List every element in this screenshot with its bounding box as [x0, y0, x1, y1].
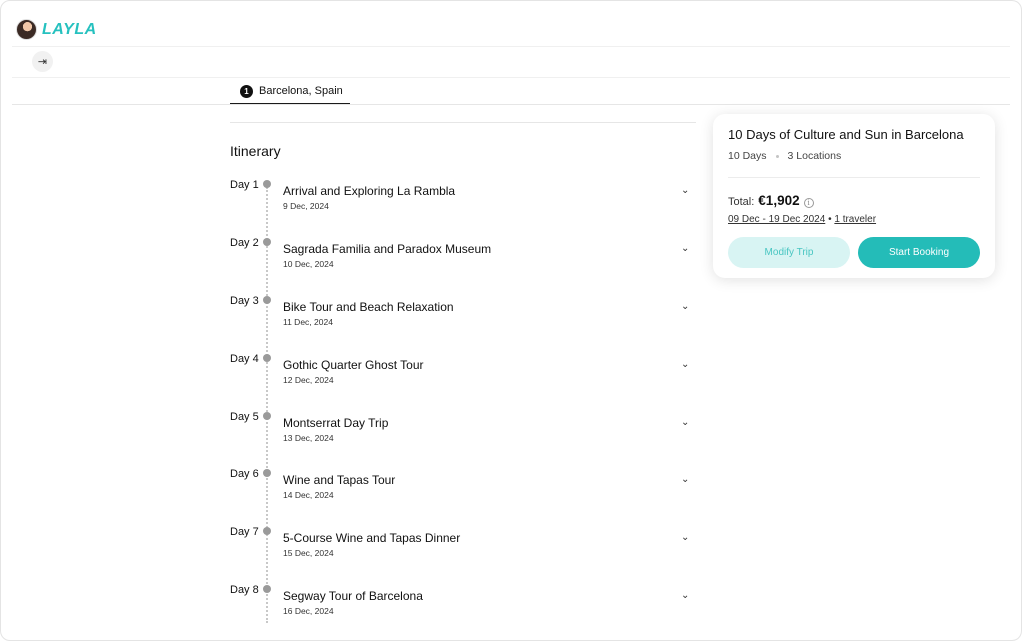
day-item[interactable]: Day 5 Montserrat Day Trip 13 Dec, 2024 ⌄: [230, 411, 696, 467]
tab-label: Barcelona, Spain: [259, 85, 343, 97]
timeline-dot: [263, 238, 271, 246]
timeline-dot: [263, 180, 271, 188]
day-date: 14 Dec, 2024: [283, 490, 334, 500]
divider: [12, 46, 1010, 47]
tab-barcelona[interactable]: 1 Barcelona, Spain: [230, 79, 350, 105]
day-label: Day 3: [230, 295, 259, 307]
sidebar-toggle-button[interactable]: ⇥: [32, 51, 53, 72]
travelers-link[interactable]: 1 traveler: [834, 214, 876, 225]
divider: [12, 77, 1010, 78]
chevron-down-icon[interactable]: ⌄: [681, 185, 689, 196]
date-range-link[interactable]: 09 Dec - 19 Dec 2024: [728, 214, 825, 225]
day-title: Gothic Quarter Ghost Tour: [283, 358, 424, 372]
trip-dates-travelers: 09 Dec - 19 Dec 2024 • 1 traveler: [728, 214, 876, 225]
day-date: 9 Dec, 2024: [283, 201, 329, 211]
divider: [230, 122, 696, 123]
trip-title: 10 Days of Culture and Sun in Barcelona: [728, 127, 964, 142]
day-date: 13 Dec, 2024: [283, 433, 334, 443]
modify-trip-button[interactable]: Modify Trip: [728, 237, 850, 268]
chevron-down-icon[interactable]: ⌄: [681, 243, 689, 254]
day-title: 5-Course Wine and Tapas Dinner: [283, 531, 461, 545]
day-date: 15 Dec, 2024: [283, 548, 334, 558]
trip-locations: 3 Locations: [787, 150, 842, 162]
divider: [12, 104, 1010, 105]
start-booking-button[interactable]: Start Booking: [858, 237, 980, 268]
total-label: Total:: [728, 196, 755, 208]
day-item[interactable]: Day 1 Arrival and Exploring La Rambla 9 …: [230, 179, 696, 235]
brand[interactable]: LAYLA: [16, 19, 97, 40]
day-title: Sagrada Familia and Paradox Museum: [283, 242, 492, 256]
day-item[interactable]: Day 7 5-Course Wine and Tapas Dinner 15 …: [230, 526, 696, 582]
chevron-down-icon[interactable]: ⌄: [681, 417, 689, 428]
day-label: Day 5: [230, 411, 259, 423]
day-item[interactable]: Day 6 Wine and Tapas Tour 14 Dec, 2024 ⌄: [230, 468, 696, 524]
avatar[interactable]: [16, 19, 37, 40]
trip-summary-card: 10 Days of Culture and Sun in Barcelona …: [713, 114, 995, 278]
day-label: Day 2: [230, 237, 259, 249]
day-label: Day 4: [230, 353, 259, 365]
chevron-down-icon[interactable]: ⌄: [681, 301, 689, 312]
meta-separator: [775, 154, 779, 158]
day-label: Day 6: [230, 468, 259, 480]
day-title: Montserrat Day Trip: [283, 416, 389, 430]
day-label: Day 8: [230, 584, 259, 596]
day-title: Segway Tour of Barcelona: [283, 589, 423, 603]
info-icon[interactable]: i: [803, 198, 814, 208]
day-date: 11 Dec, 2024: [283, 317, 333, 327]
trip-meta: 10 Days 3 Locations: [728, 150, 841, 162]
day-item[interactable]: Day 2 Sagrada Familia and Paradox Museum…: [230, 237, 696, 293]
day-date: 12 Dec, 2024: [283, 375, 334, 385]
itinerary-heading: Itinerary: [230, 143, 281, 159]
day-item[interactable]: Day 3 Bike Tour and Beach Relaxation 11 …: [230, 295, 696, 351]
day-item[interactable]: Day 4 Gothic Quarter Ghost Tour 12 Dec, …: [230, 353, 696, 409]
day-title: Wine and Tapas Tour: [283, 473, 396, 487]
day-title: Arrival and Exploring La Rambla: [283, 184, 456, 198]
chevron-down-icon[interactable]: ⌄: [681, 532, 689, 543]
chevron-down-icon[interactable]: ⌄: [681, 474, 689, 485]
timeline-dot: [263, 296, 271, 304]
timeline-dot: [263, 527, 271, 535]
day-date: 16 Dec, 2024: [283, 606, 334, 616]
total-price: €1,902: [758, 193, 800, 208]
timeline-dot: [263, 412, 271, 420]
day-date: 10 Dec, 2024: [283, 259, 334, 269]
timeline-dot: [263, 354, 271, 362]
trip-total: Total: €1,902 i: [728, 193, 814, 208]
day-title: Bike Tour and Beach Relaxation: [283, 300, 454, 314]
day-label: Day 7: [230, 526, 259, 538]
day-label: Day 1: [230, 179, 259, 191]
brand-logo: LAYLA: [42, 20, 97, 38]
sidebar-expand-icon: ⇥: [37, 56, 48, 68]
timeline-dot: [263, 585, 271, 593]
timeline-dot: [263, 469, 271, 477]
divider: [728, 177, 980, 178]
day-item[interactable]: Day 8 Segway Tour of Barcelona 16 Dec, 2…: [230, 584, 696, 640]
app-window: LAYLA ⇥ 1 Barcelona, Spain Itinerary Day…: [0, 0, 1022, 641]
chevron-down-icon[interactable]: ⌄: [681, 590, 689, 601]
tab-number-badge: 1: [240, 84, 253, 98]
chevron-down-icon[interactable]: ⌄: [681, 359, 689, 370]
separator: •: [828, 214, 832, 225]
trip-days: 10 Days: [728, 150, 767, 162]
